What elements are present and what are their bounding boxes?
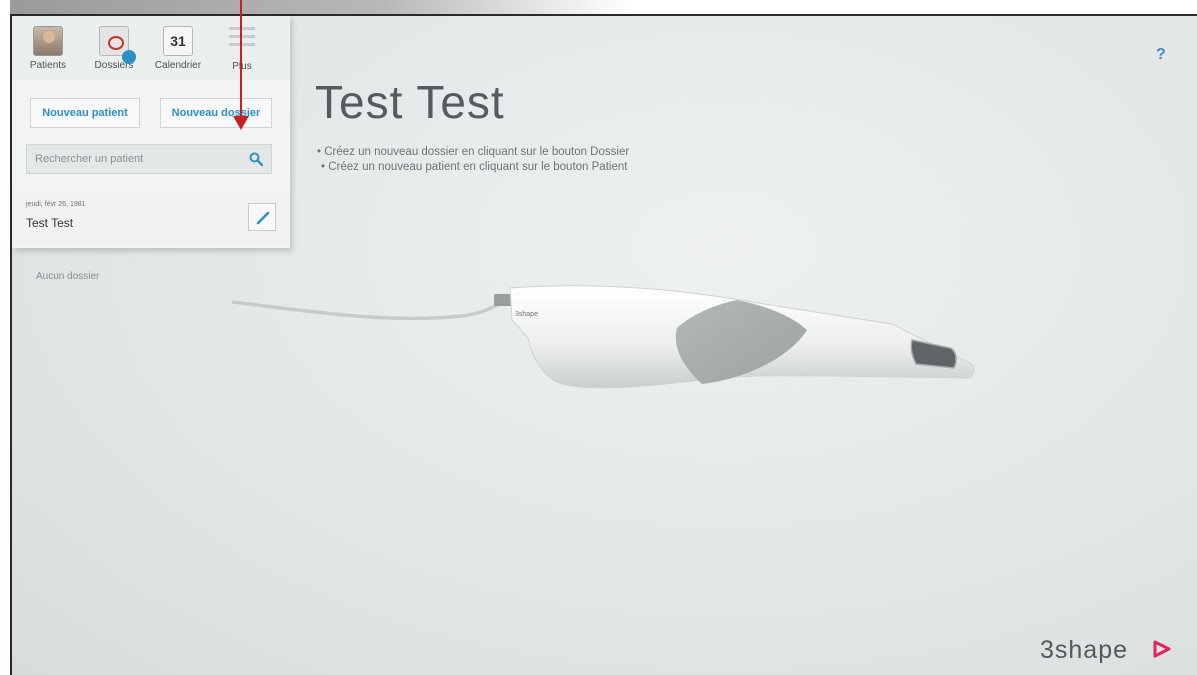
- patient-list-item[interactable]: jeudi, févr 26, 1981 Test Test: [12, 191, 290, 243]
- scanner-illustration: [232, 285, 975, 389]
- left-panel: Patients Dossiers 31 Calendrier Plus Nou…: [12, 16, 290, 248]
- new-patient-button[interactable]: Nouveau patient: [30, 98, 140, 128]
- tab-dossiers[interactable]: Dossiers: [82, 22, 146, 78]
- annotation-arrow-line: [240, 0, 242, 118]
- pencil-icon: [256, 211, 270, 225]
- page-title: Test Test: [315, 76, 505, 128]
- tab-patients[interactable]: Patients: [16, 22, 80, 78]
- tab-plus-label: Plus: [210, 61, 274, 72]
- menu-icon: [227, 27, 257, 57]
- instructions-list: Créez un nouveau dossier en cliquant sur…: [317, 145, 629, 175]
- patient-photo-icon: [33, 26, 63, 56]
- brand-triangle-icon: [1153, 640, 1171, 658]
- instruction-item: Créez un nouveau dossier en cliquant sur…: [317, 145, 629, 160]
- tab-calendrier-label: Calendrier: [154, 60, 202, 71]
- tab-patients-label: Patients: [29, 60, 67, 71]
- brand-logo-text: 3shape: [1040, 636, 1129, 664]
- edit-patient-button[interactable]: [248, 203, 276, 231]
- new-dossier-button[interactable]: Nouveau dossier: [160, 98, 272, 128]
- tab-calendrier[interactable]: 31 Calendrier: [146, 22, 210, 78]
- tab-plus[interactable]: Plus: [210, 22, 274, 78]
- scanner-label: 3shape: [515, 311, 538, 318]
- top-shadow: [10, 0, 630, 14]
- annotation-arrow-head: [233, 116, 249, 130]
- patient-name: Test Test: [26, 216, 74, 230]
- instruction-item: Créez un nouveau patient en cliquant sur…: [317, 160, 629, 175]
- help-icon[interactable]: ?: [1156, 46, 1166, 64]
- search-input[interactable]: [35, 145, 235, 173]
- no-dossier-text: Aucun dossier: [36, 271, 100, 282]
- patient-search: [26, 144, 272, 174]
- calendar-icon: 31: [163, 26, 193, 56]
- notification-badge: [122, 50, 136, 64]
- search-icon[interactable]: [249, 152, 263, 166]
- patient-birthdate: jeudi, févr 26, 1981: [26, 201, 86, 208]
- tab-dossiers-label: Dossiers: [94, 60, 134, 71]
- tab-bar: Patients Dossiers 31 Calendrier Plus: [12, 16, 290, 80]
- app-screen: Patients Dossiers 31 Calendrier Plus Nou…: [10, 14, 1197, 675]
